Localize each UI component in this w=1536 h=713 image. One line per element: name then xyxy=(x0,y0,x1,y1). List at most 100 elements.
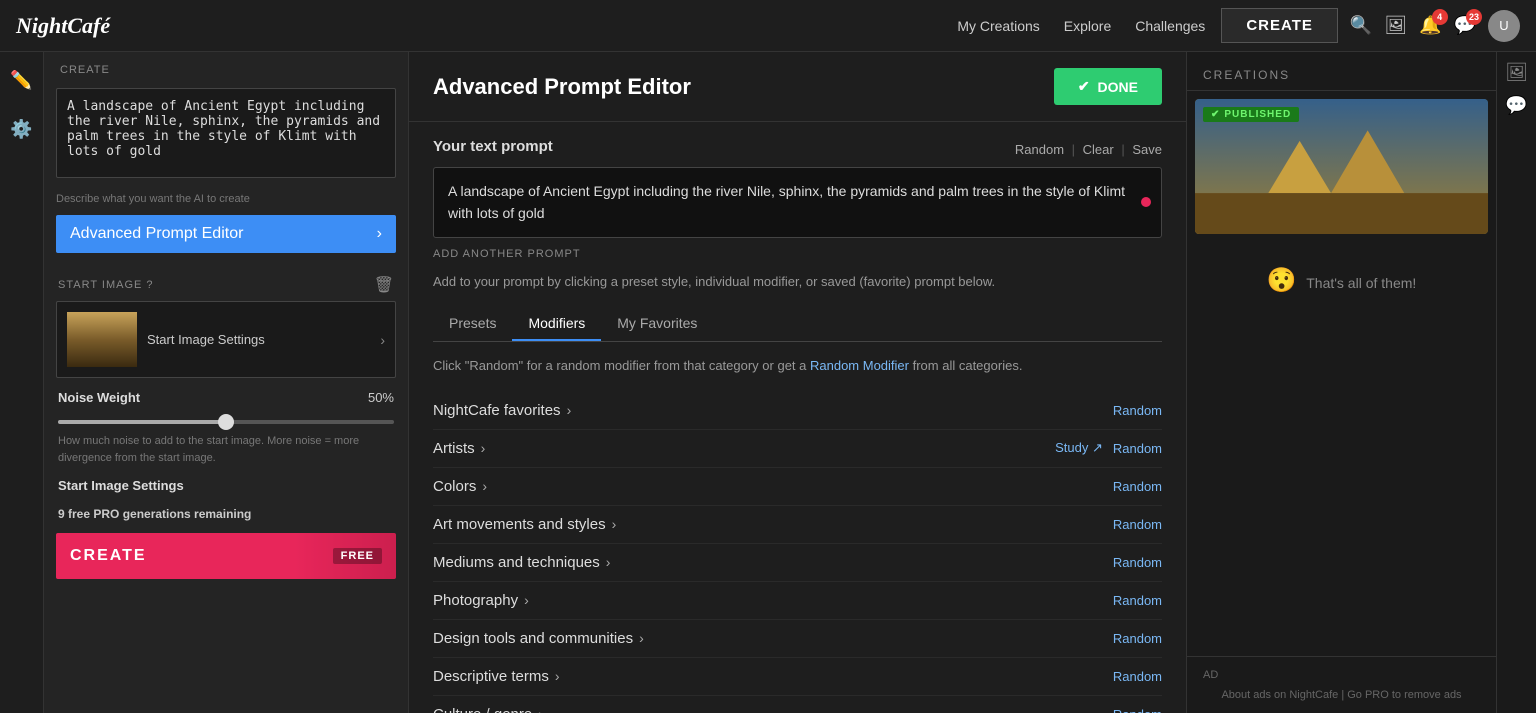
start-image-settings-label: Start Image Settings xyxy=(147,332,370,347)
nav-explore[interactable]: Explore xyxy=(1064,18,1111,34)
culture-genre-random-link[interactable]: Random xyxy=(1113,707,1162,713)
delete-start-image-icon[interactable]: 🗑 xyxy=(374,275,394,295)
clear-prompt-link[interactable]: Clear xyxy=(1083,142,1114,157)
gallery-right-icon[interactable]: 🖼 xyxy=(1505,62,1528,83)
top-navigation: NightCafé My Creations Explore Challenge… xyxy=(0,0,1536,52)
add-another-prompt-button[interactable]: ADD ANOTHER PROMPT xyxy=(433,248,1162,260)
right-panel: CREATIONS ✔ PUBLISHED 😯 That's all of th… xyxy=(1186,52,1496,713)
free-label: FREE xyxy=(333,548,382,564)
check-icon: ✔ xyxy=(1211,109,1220,120)
mediums-techniques-random-link[interactable]: Random xyxy=(1113,555,1162,570)
descriptive-terms-random-link[interactable]: Random xyxy=(1113,669,1162,684)
checkmark-icon: ✔ xyxy=(1078,78,1090,95)
colors-random-link[interactable]: Random xyxy=(1113,479,1162,494)
topnav-create-button[interactable]: CREATE xyxy=(1221,8,1338,43)
sidebar-settings-icon[interactable]: ⚙️ xyxy=(4,113,38,146)
tab-my-favorites[interactable]: My Favorites xyxy=(601,307,713,341)
creations-list: ✔ PUBLISHED 😯 That's all of them! xyxy=(1187,91,1496,656)
prompt-actions: Random | Clear | Save xyxy=(1015,142,1162,157)
category-culture-genre[interactable]: Culture / genre › Random xyxy=(433,696,1162,713)
colors-label: Colors xyxy=(433,478,476,495)
artists-study-link[interactable]: Study ↗ xyxy=(1055,440,1103,456)
topnav-icon-group: 🔍 🖼 🔔 4 💬 23 U xyxy=(1350,10,1520,42)
chevron-right-icon: › xyxy=(524,592,529,608)
chat-icon[interactable]: 💬 23 xyxy=(1454,15,1476,36)
noise-weight-slider[interactable] xyxy=(58,420,394,424)
notification-badge: 4 xyxy=(1432,9,1448,25)
photography-random-link[interactable]: Random xyxy=(1113,593,1162,608)
chevron-right-icon: › xyxy=(612,516,617,532)
nightcafe-favorites-label: NightCafe favorites xyxy=(433,402,561,419)
all-done-text: That's all of them! xyxy=(1306,275,1416,291)
helper-text: Add to your prompt by clicking a preset … xyxy=(433,272,1162,292)
chevron-right-icon: › xyxy=(380,332,385,348)
artists-random-link[interactable]: Random xyxy=(1113,441,1162,456)
help-icon[interactable]: ? xyxy=(146,279,153,291)
advanced-prompt-editor-button[interactable]: Advanced Prompt Editor › xyxy=(56,215,396,253)
nightcafe-favorites-random-link[interactable]: Random xyxy=(1113,403,1162,418)
mediums-techniques-label: Mediums and techniques xyxy=(433,554,600,571)
main-layout: ✏️ ⚙️ CREATE A landscape of Ancient Egyp… xyxy=(0,52,1536,713)
start-image-section-header: START IMAGE ? 🗑 xyxy=(44,265,408,301)
category-colors[interactable]: Colors › Random xyxy=(433,468,1162,506)
category-descriptive-terms[interactable]: Descriptive terms › Random xyxy=(433,658,1162,696)
category-mediums-techniques[interactable]: Mediums and techniques › Random xyxy=(433,544,1162,582)
all-done-message: 😯 That's all of them! xyxy=(1195,242,1488,319)
creation-image: ✔ PUBLISHED xyxy=(1195,99,1488,234)
save-prompt-link[interactable]: Save xyxy=(1132,142,1162,157)
user-avatar[interactable]: U xyxy=(1488,10,1520,42)
start-image-settings[interactable]: Start Image Settings › xyxy=(56,301,396,378)
random-prompt-link[interactable]: Random xyxy=(1015,142,1064,157)
search-icon[interactable]: 🔍 xyxy=(1350,15,1372,36)
about-ads-link[interactable]: About ads on NightCafe xyxy=(1221,689,1338,701)
ad-section: AD About ads on NightCafe | Go PRO to re… xyxy=(1187,656,1496,713)
create-free-button[interactable]: CREATE FREE xyxy=(56,533,396,579)
category-nightcafe-favorites[interactable]: NightCafe favorites › Random xyxy=(433,392,1162,430)
prompt-indicator-dot xyxy=(1141,197,1151,207)
sidebar-create-icon[interactable]: ✏️ xyxy=(4,64,38,97)
category-art-movements[interactable]: Art movements and styles › Random xyxy=(433,506,1162,544)
chevron-right-icon: › xyxy=(482,478,487,494)
nav-my-creations[interactable]: My Creations xyxy=(957,18,1039,34)
noise-weight-description: How much noise to add to the start image… xyxy=(58,433,394,466)
modifier-tabs: Presets Modifiers My Favorites xyxy=(433,307,1162,342)
surprised-emoji: 😯 xyxy=(1267,267,1297,294)
chevron-right-icon: › xyxy=(555,668,560,684)
design-tools-label: Design tools and communities xyxy=(433,630,633,647)
editor-title: Advanced Prompt Editor xyxy=(433,74,691,100)
left-panel: CREATE A landscape of Ancient Egypt incl… xyxy=(44,52,409,713)
app-logo: NightCafé xyxy=(16,13,110,39)
start-image-settings-link[interactable]: Start Image Settings xyxy=(44,474,408,503)
nav-links: My Creations Explore Challenges xyxy=(957,18,1205,34)
center-panel: Advanced Prompt Editor ✔ DONE Your text … xyxy=(409,52,1186,713)
category-artists[interactable]: Artists › Study ↗ Random xyxy=(433,430,1162,468)
noise-weight-value: 50% xyxy=(368,390,394,405)
tab-modifiers[interactable]: Modifiers xyxy=(512,307,601,341)
published-badge: ✔ PUBLISHED xyxy=(1203,107,1299,122)
category-photography[interactable]: Photography › Random xyxy=(433,582,1162,620)
categories-list: NightCafe favorites › Random Artists › S… xyxy=(433,392,1162,713)
notifications-icon[interactable]: 🔔 4 xyxy=(1419,15,1441,36)
prompt-textarea[interactable]: A landscape of Ancient Egypt including t… xyxy=(56,88,396,178)
go-pro-link[interactable]: Go PRO to remove ads xyxy=(1347,689,1461,701)
start-image-thumbnail xyxy=(67,312,137,367)
prompt-input-display[interactable]: A landscape of Ancient Egypt including t… xyxy=(433,167,1162,238)
done-button[interactable]: ✔ DONE xyxy=(1054,68,1162,105)
art-movements-random-link[interactable]: Random xyxy=(1113,517,1162,532)
nav-challenges[interactable]: Challenges xyxy=(1135,18,1205,34)
create-button-label: CREATE xyxy=(70,547,147,565)
random-modifier-link[interactable]: Random Modifier xyxy=(810,358,909,373)
chevron-right-icon: › xyxy=(481,440,486,456)
design-tools-random-link[interactable]: Random xyxy=(1113,631,1162,646)
chat-right-icon[interactable]: 💬 xyxy=(1505,95,1527,116)
category-design-tools[interactable]: Design tools and communities › Random xyxy=(433,620,1162,658)
noise-weight-section: Noise Weight 50% How much noise to add t… xyxy=(44,390,408,474)
culture-genre-label: Culture / genre xyxy=(433,706,532,713)
done-button-label: DONE xyxy=(1098,79,1138,95)
right-panel-header: CREATIONS xyxy=(1187,52,1496,91)
gallery-icon[interactable]: 🖼 xyxy=(1384,15,1407,36)
tab-presets[interactable]: Presets xyxy=(433,307,512,341)
pro-generations-remaining: 9 free PRO generations remaining xyxy=(44,503,408,529)
chevron-right-icon: › xyxy=(567,402,572,418)
describe-hint: Describe what you want the AI to create xyxy=(44,189,408,211)
